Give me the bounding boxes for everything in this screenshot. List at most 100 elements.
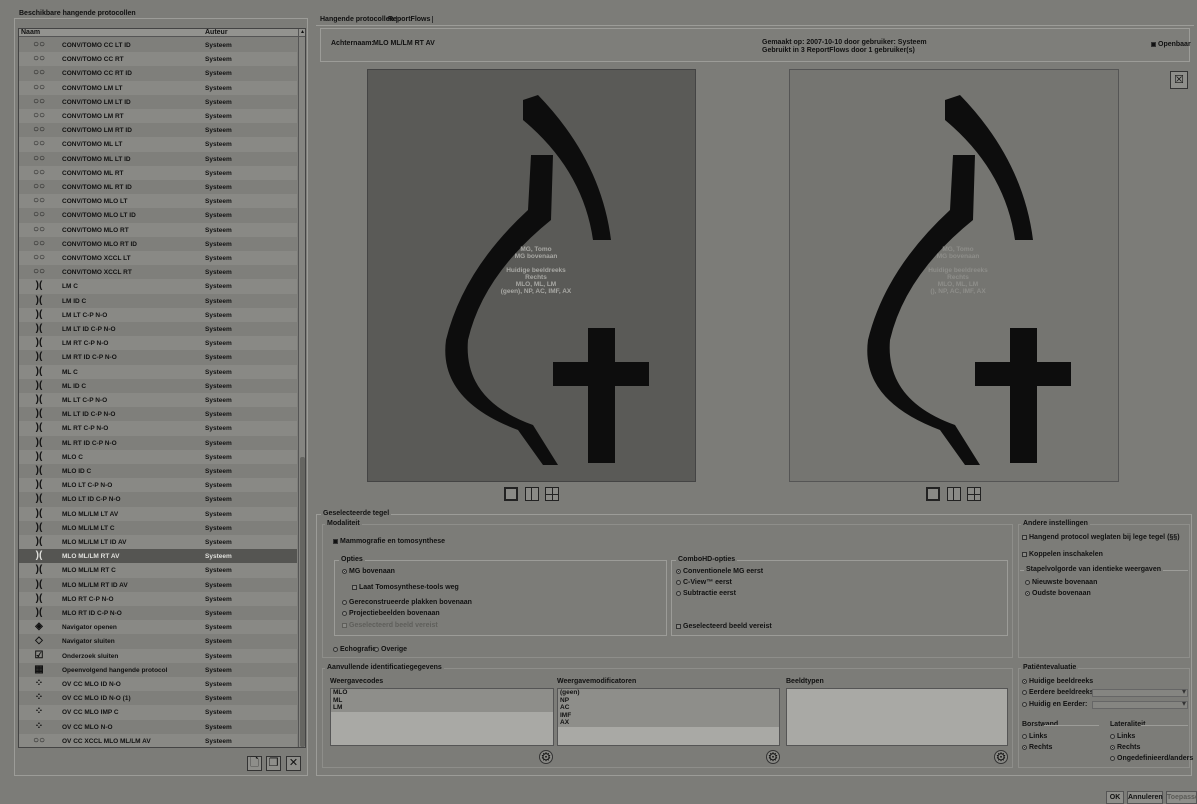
table-row[interactable]: ◈ Navigator openen Systeem xyxy=(19,620,297,635)
layout-four-button[interactable] xyxy=(545,487,559,501)
vertical-scrollbar[interactable] xyxy=(298,37,305,747)
table-row[interactable]: ○○ CONV/TOMO LM LT Systeem xyxy=(19,80,297,95)
earlier-series-dropdown[interactable] xyxy=(1092,687,1188,697)
public-checkbox[interactable]: Openbaar xyxy=(1151,41,1191,48)
linking-checkbox[interactable]: Koppelen inschakelen xyxy=(1022,551,1103,558)
tab-reportflows[interactable]: ReportFlows xyxy=(386,16,434,23)
table-row[interactable]: ⁘ OV CC MLO N-O Systeem xyxy=(19,719,297,734)
mammo-checkbox[interactable]: Mammografie en tomosynthese xyxy=(333,538,445,545)
hide-tomo-checkbox-box[interactable] xyxy=(352,584,357,590)
table-row[interactable]: )(ML LT C-P N-O Systeem xyxy=(19,393,297,408)
list-item[interactable]: AX xyxy=(558,719,779,727)
lat-undefined-radio-dot[interactable] xyxy=(1110,755,1115,761)
other-radio[interactable]: Overige xyxy=(374,646,407,653)
last-name-value[interactable]: MLO ML/LM RT AV xyxy=(373,40,435,47)
lat-left-radio-dot[interactable] xyxy=(1110,733,1115,739)
table-row[interactable]: ○○ CONV/TOMO MLO RT Systeem xyxy=(19,222,297,237)
table-row[interactable]: )(LM RT C-P N-O Systeem xyxy=(19,336,297,351)
cancel-button[interactable]: Annuleren xyxy=(1127,791,1163,804)
conv-first-radio-dot[interactable] xyxy=(676,568,681,574)
proj-top-radio-dot[interactable] xyxy=(342,610,347,616)
table-row[interactable]: )(MLO ML/LM RT ID AV Systeem xyxy=(19,577,297,592)
mammo-checkbox-box[interactable] xyxy=(333,538,338,544)
layout-two-button-right[interactable] xyxy=(947,487,961,501)
chest-right-radio[interactable]: Rechts xyxy=(1022,744,1052,751)
chest-right-radio-dot[interactable] xyxy=(1022,744,1027,750)
chest-left-radio-dot[interactable] xyxy=(1022,733,1027,739)
table-row[interactable]: ☑ Onderzoek sluiten Systeem xyxy=(19,648,297,663)
lat-undefined-radio[interactable]: Ongedefinieerd/anders xyxy=(1110,755,1193,762)
current-series-radio[interactable]: Huidige beeldreeks xyxy=(1022,678,1093,685)
view-codes-settings-icon[interactable]: ⚙ xyxy=(539,750,553,764)
viewport-left[interactable]: MG, Tomo MG bovenaan Huidige beeldreeks Rec… xyxy=(367,69,696,482)
table-row[interactable]: ○○ CONV/TOMO ML LT Systeem xyxy=(19,137,297,152)
table-row[interactable]: )(ML RT C-P N-O Systeem xyxy=(19,421,297,436)
newest-top-radio-dot[interactable] xyxy=(1025,579,1030,585)
table-row[interactable]: ○○ CONV/TOMO LM RT ID Systeem xyxy=(19,123,297,138)
newest-top-radio[interactable]: Nieuwste bovenaan xyxy=(1025,579,1097,586)
earlier-series-radio-dot[interactable] xyxy=(1022,689,1027,695)
table-row[interactable]: )(MLO ML/LM LT ID AV Systeem xyxy=(19,535,297,550)
table-row[interactable]: )(MLO C Systeem xyxy=(19,449,297,464)
table-row[interactable]: )(ML C Systeem xyxy=(19,364,297,379)
table-row[interactable]: ○○ CONV/TOMO CC RT Systeem xyxy=(19,52,297,67)
current-series-radio-dot[interactable] xyxy=(1022,678,1027,684)
echo-radio[interactable]: Echografie xyxy=(333,646,376,653)
table-row[interactable]: )(ML LT ID C-P N-O Systeem xyxy=(19,407,297,422)
skip-empty-checkbox-box[interactable] xyxy=(1022,534,1027,540)
lat-left-radio[interactable]: Links xyxy=(1110,733,1135,740)
table-row[interactable]: )(MLO ML/LM LT AV Systeem xyxy=(19,506,297,521)
modifiers-list[interactable]: (geen) NP AC IMF AX xyxy=(557,688,780,746)
table-row[interactable]: )(ML RT ID C-P N-O Systeem xyxy=(19,435,297,450)
table-row[interactable]: ⁘ OV CC MLO ID N-O (1) Systeem xyxy=(19,691,297,706)
table-row[interactable]: ○○ CONV/TOMO ML RT Systeem xyxy=(19,165,297,180)
combo-selected-required-checkbox[interactable]: Geselecteerd beeld vereist xyxy=(676,623,772,630)
mg-top-radio[interactable]: MG bovenaan xyxy=(342,568,395,575)
layout-single-button-right[interactable] xyxy=(926,487,940,501)
recon-top-radio-dot[interactable] xyxy=(342,599,347,605)
list-item[interactable]: LM xyxy=(331,704,553,712)
modifiers-settings-icon[interactable]: ⚙ xyxy=(766,750,780,764)
list-item[interactable]: MLO xyxy=(331,689,553,697)
layout-single-button[interactable] xyxy=(504,487,518,501)
table-row[interactable]: ○○ CONV/TOMO MLO LT Systeem xyxy=(19,194,297,209)
recon-top-radio[interactable]: Gereconstrueerde plakken bovenaan xyxy=(342,599,472,606)
combo-selected-required-box[interactable] xyxy=(676,623,681,629)
cview-first-radio-dot[interactable] xyxy=(676,579,681,585)
hide-tomo-checkbox[interactable]: Laat Tomosynthese-tools weg xyxy=(352,584,459,591)
subtr-first-radio-dot[interactable] xyxy=(676,590,681,596)
new-protocol-button[interactable]: 🗋 xyxy=(247,756,262,771)
oldest-top-radio[interactable]: Oudste bovenaan xyxy=(1025,590,1091,597)
cview-first-radio[interactable]: C-View™ eerst xyxy=(676,579,732,586)
list-item[interactable]: IMF xyxy=(558,712,779,720)
scrollbar-thumb[interactable] xyxy=(300,457,305,747)
echo-radio-dot[interactable] xyxy=(333,646,338,652)
table-row[interactable]: )(MLO ID C Systeem xyxy=(19,464,297,479)
subtr-first-radio[interactable]: Subtractie eerst xyxy=(676,590,736,597)
table-row[interactable]: ⁘ OV CC MLO ID N-O Systeem xyxy=(19,677,297,692)
skip-empty-checkbox[interactable]: Hangend protocol weglaten bij lege tegel… xyxy=(1022,534,1180,541)
table-row[interactable]: )(MLO ML/LM LT C Systeem xyxy=(19,520,297,535)
linking-checkbox-box[interactable] xyxy=(1022,551,1027,557)
table-row[interactable]: )(LM ID C Systeem xyxy=(19,293,297,308)
table-row[interactable]: ◇ Navigator sluiten Systeem xyxy=(19,634,297,649)
list-item[interactable]: AC xyxy=(558,704,779,712)
table-row[interactable]: )(ML ID C Systeem xyxy=(19,378,297,393)
table-row[interactable]: ○○ CONV/TOMO LM LT ID Systeem xyxy=(19,94,297,109)
table-row[interactable]: )(MLO LT ID C-P N-O Systeem xyxy=(19,492,297,507)
table-row[interactable]: ○○ CONV/TOMO XCCL LT Systeem xyxy=(19,251,297,266)
table-row[interactable]: )(MLO LT C-P N-O Systeem xyxy=(19,478,297,493)
table-row[interactable]: )(LM LT ID C-P N-O Systeem xyxy=(19,322,297,337)
delete-protocol-button[interactable]: ✕ xyxy=(286,756,301,771)
table-row[interactable]: ○○ CONV/TOMO CC LT ID Systeem xyxy=(19,38,297,53)
layout-four-button-right[interactable] xyxy=(967,487,981,501)
apply-button[interactable]: Toepassen xyxy=(1166,791,1197,804)
layout-two-button[interactable] xyxy=(525,487,539,501)
table-row[interactable]: ○○ CONV/TOMO CC RT ID Systeem xyxy=(19,66,297,81)
table-row[interactable]: )(MLO RT ID C-P N-O Systeem xyxy=(19,606,297,621)
image-types-settings-icon[interactable]: ⚙ xyxy=(994,750,1008,764)
proj-top-radio[interactable]: Projectiebeelden bovenaan xyxy=(342,610,440,617)
ok-button[interactable]: OK xyxy=(1106,791,1124,804)
table-row[interactable]: ○○ OV CC XCCL MLO ML/LM AV Systeem xyxy=(19,733,297,747)
viewport-right[interactable]: MG, Tomo MG bovenaan Huidige beeldreeks Rec… xyxy=(789,69,1119,482)
